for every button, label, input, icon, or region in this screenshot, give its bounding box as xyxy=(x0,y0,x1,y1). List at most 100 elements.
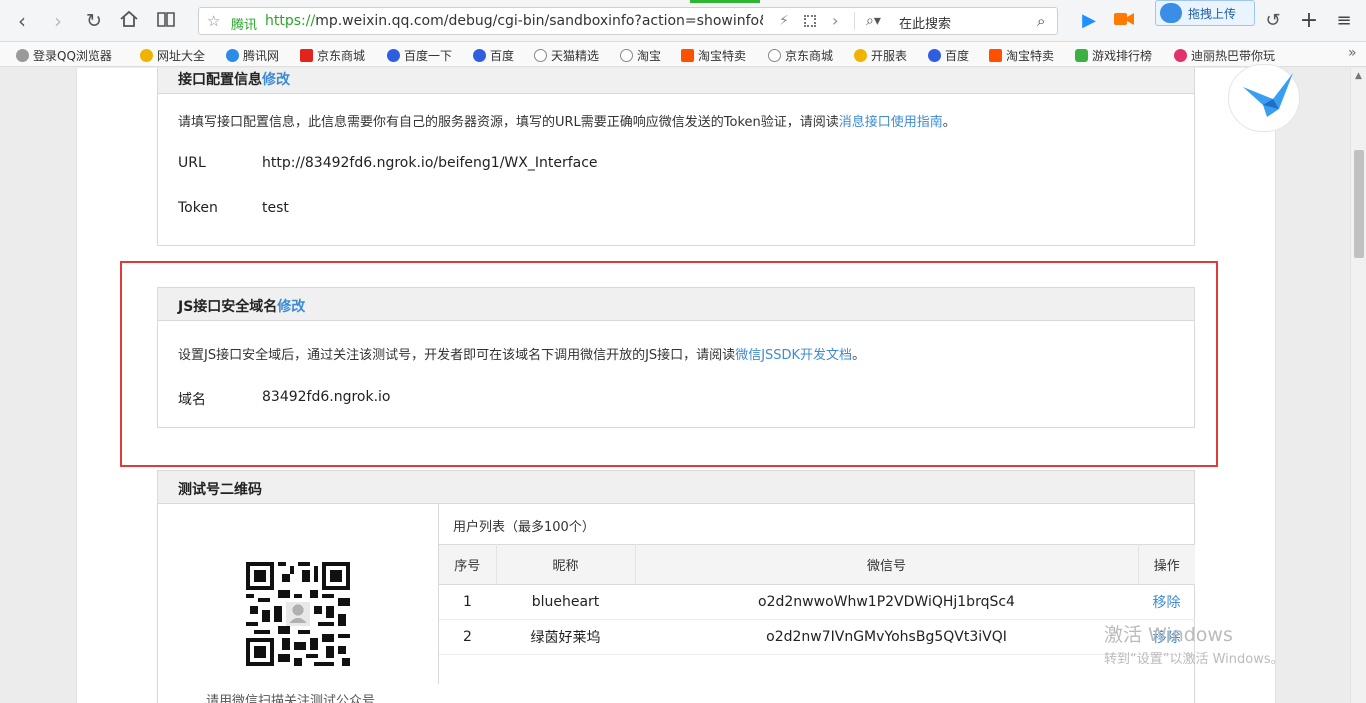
activation-watermark-title: 激活 Windows xyxy=(1104,624,1233,646)
bookmarks-bar: 登录QQ浏览器 网址大全 腾讯网 京东商城 百度一下 百度 天猫精选 淘宝 淘宝… xyxy=(0,42,1366,67)
bookmark-label: 淘宝 xyxy=(637,49,662,63)
url-value: http://83492fd6.ngrok.io/beifeng1/WX_Int… xyxy=(262,155,598,171)
edit-link[interactable]: 修改 xyxy=(262,72,290,88)
menu-icon[interactable]: ≡ xyxy=(1333,10,1355,32)
bookmark-label: 淘宝特卖 xyxy=(1006,49,1055,63)
scroll-up-icon[interactable]: ▲ xyxy=(1355,71,1362,81)
qrcode-icon[interactable] xyxy=(804,15,816,27)
panel-header: JS接口安全域名修改 xyxy=(158,288,1194,321)
table-header-row: 序号 昵称 微信号 操作 xyxy=(439,544,1195,585)
remove-link[interactable]: 移除 xyxy=(1138,584,1195,620)
upload-label: 拖拽上传 xyxy=(1188,7,1237,21)
bookmark-label: 开服表 xyxy=(871,49,908,63)
vertical-scrollbar[interactable]: ▲ xyxy=(1350,68,1366,703)
panel-title: JS接口安全域名 xyxy=(178,299,278,315)
search-icon[interactable]: ⌕ xyxy=(1037,12,1045,30)
domain-value: 83492fd6.ngrok.io xyxy=(262,389,391,405)
row-index: 1 xyxy=(439,584,496,620)
play-icon[interactable]: ▶ xyxy=(1078,10,1100,32)
site-icon xyxy=(300,49,313,62)
column-header: 昵称 xyxy=(496,544,636,585)
bookmark-label: 天猫精选 xyxy=(551,49,600,63)
panel-description: 设置JS接口安全域后，通过关注该测试号，开发者即可在该域名下调用微信开放的JS接… xyxy=(178,344,865,363)
bookmark-item[interactable]: 开服表 xyxy=(854,47,907,64)
page-viewport: 接口配置信息修改 请填写接口配置信息，此信息需要你有自己的服务器资源，填写的UR… xyxy=(0,68,1350,703)
paw-icon xyxy=(928,49,941,62)
bookmark-item[interactable]: 百度一下 xyxy=(387,47,452,64)
lightning-icon[interactable]: ⚡ xyxy=(779,13,789,29)
paw-icon xyxy=(387,49,400,62)
qrcode-caption: 请用微信扫描关注测试公众号 xyxy=(206,694,376,703)
bookmark-item[interactable]: 百度 xyxy=(473,47,514,64)
domain-label: 域名 xyxy=(178,392,206,408)
forward-icon[interactable]: › xyxy=(46,9,70,33)
paw-icon xyxy=(473,49,486,62)
scroll-thumb[interactable] xyxy=(1354,150,1364,258)
search-engine-icon[interactable]: ⌕▾ xyxy=(866,13,881,29)
column-header: 操作 xyxy=(1138,544,1195,585)
table-row: 2 绿茵好莱坞 o2d2nw7IVnGMvYohsBg5QVt3iVQI 移除 xyxy=(439,619,1195,655)
user-icon xyxy=(16,49,29,62)
bookmark-item[interactable]: 天猫精选 xyxy=(534,47,599,64)
bookmark-item[interactable]: 淘宝 xyxy=(620,47,661,64)
panel-title: 接口配置信息 xyxy=(178,72,262,88)
url-scheme: https:// xyxy=(265,13,316,29)
interface-config-panel: 接口配置信息修改 请填写接口配置信息，此信息需要你有自己的服务器资源，填写的UR… xyxy=(157,68,1195,246)
qrcode-column: 请用微信扫描关注测试公众号 xyxy=(158,504,439,703)
column-header: 序号 xyxy=(439,544,497,585)
bookmark-item[interactable]: 腾讯网 xyxy=(226,47,279,64)
token-label: Token xyxy=(178,200,218,216)
site-icon xyxy=(226,49,239,62)
url-path: mp.weixin.qq.com/debug/cgi-bin/sandboxin… xyxy=(315,13,763,29)
bookmark-label: 百度 xyxy=(945,49,970,63)
bookmark-label: 淘宝特卖 xyxy=(698,49,747,63)
panel-description: 请填写接口配置信息，此信息需要你有自己的服务器资源，填写的URL需要正确响应微信… xyxy=(178,111,956,130)
more-bookmarks-icon[interactable]: » xyxy=(1348,45,1357,61)
row-index: 2 xyxy=(439,619,496,655)
row-nickname: 绿茵好莱坞 xyxy=(496,619,635,655)
divider xyxy=(854,12,855,30)
bookmark-star-icon[interactable]: ☆ xyxy=(207,12,220,30)
bookmark-item[interactable]: 淘宝特卖 xyxy=(681,47,746,64)
taobao-icon xyxy=(681,49,694,62)
bookmark-label: 迪丽热巴带你玩 xyxy=(1191,49,1276,63)
address-bar[interactable]: ☆ 腾讯 https://mp.weixin.qq.com/debug/cgi-… xyxy=(198,7,1058,35)
video-icon[interactable] xyxy=(1113,10,1135,32)
site-name: 腾讯 xyxy=(231,18,258,33)
bookmark-label: 京东商城 xyxy=(317,49,366,63)
undo-icon[interactable]: ↺ xyxy=(1262,10,1284,32)
bookmark-item[interactable]: 京东商城 xyxy=(300,47,365,64)
bird-icon xyxy=(1243,73,1293,117)
reader-icon[interactable] xyxy=(154,9,178,33)
row-wechat-id: o2d2nwwoWhw1P2VDWiQHj1brqSc4 xyxy=(635,584,1138,620)
refresh-icon[interactable]: ↻ xyxy=(82,9,106,33)
new-tab-icon[interactable]: + xyxy=(1298,10,1320,32)
guide-link[interactable]: 消息接口使用指南 xyxy=(839,115,943,130)
bookmark-item[interactable]: 网址大全 xyxy=(140,47,205,64)
search-input[interactable]: 在此搜索 xyxy=(899,13,951,32)
bookmark-item[interactable]: 淘宝特卖 xyxy=(989,47,1054,64)
url-text[interactable]: https://mp.weixin.qq.com/debug/cgi-bin/s… xyxy=(265,13,763,29)
gamepad-icon xyxy=(1075,49,1088,62)
bookmark-label: 腾讯网 xyxy=(243,49,280,63)
js-domain-panel: JS接口安全域名修改 设置JS接口安全域后，通过关注该测试号，开发者即可在该域名… xyxy=(157,287,1195,428)
panel-title: 测试号二维码 xyxy=(178,482,262,498)
token-value: test xyxy=(262,200,289,216)
bookmark-label: 百度一下 xyxy=(404,49,453,63)
floating-bird-widget[interactable] xyxy=(1228,64,1300,132)
jssdk-doc-link[interactable]: 微信JSSDK开发文档 xyxy=(735,348,852,363)
home-icon[interactable] xyxy=(117,9,141,33)
taobao-icon xyxy=(989,49,1002,62)
bookmark-item[interactable]: 京东商城 xyxy=(768,47,833,64)
edit-link[interactable]: 修改 xyxy=(277,299,305,315)
bookmark-item[interactable]: 百度 xyxy=(928,47,969,64)
bookmark-item[interactable]: 游戏排行榜 xyxy=(1075,47,1152,64)
bookmark-item[interactable]: 迪丽热巴带你玩 xyxy=(1174,47,1275,64)
panel-header: 接口配置信息修改 xyxy=(158,68,1194,94)
chevron-right-icon[interactable]: › xyxy=(832,11,838,30)
drag-upload-button[interactable]: 拖拽上传 xyxy=(1155,0,1255,26)
row-nickname: blueheart xyxy=(496,584,635,620)
back-icon[interactable]: ‹ xyxy=(10,9,34,33)
bookmark-label: 登录QQ浏览器 xyxy=(33,49,112,63)
bookmark-item[interactable]: 登录QQ浏览器 xyxy=(16,47,112,64)
